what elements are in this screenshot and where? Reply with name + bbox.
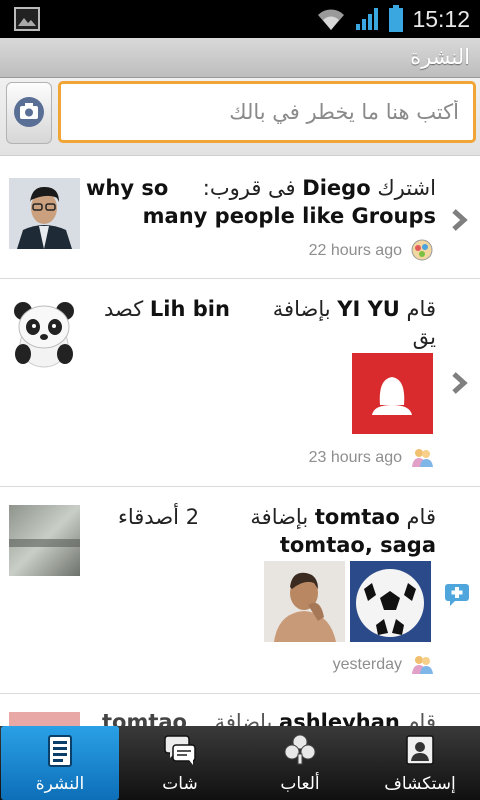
- tab-label: إستكشاف: [384, 774, 456, 794]
- gallery-icon: [14, 7, 40, 31]
- camera-button[interactable]: [6, 82, 52, 144]
- feed-user-name[interactable]: Diego: [302, 176, 370, 200]
- feed-item[interactable]: قام tomtao بإضافة 2 أصدقاء tomtao, saga: [0, 487, 480, 694]
- friends-icon: [412, 656, 433, 674]
- system-tray: 15:12: [316, 4, 470, 34]
- feed-user-name[interactable]: YI YU: [337, 297, 400, 321]
- avatar: [9, 712, 80, 726]
- feed-text-line1: قام ashleyhan بإضافة: [215, 710, 436, 726]
- tab-games[interactable]: ألعاب: [241, 726, 359, 800]
- status-bar: 15:12: [0, 0, 480, 38]
- tab-news[interactable]: النشرة: [1, 726, 119, 800]
- feed-text-line2[interactable]: many people like Groups: [143, 204, 436, 228]
- page-title: النشرة: [410, 45, 470, 69]
- feed-text-line1: قام tomtao بإضافة: [250, 505, 436, 529]
- feed-text-tail: tomtao: [102, 710, 187, 726]
- friend-photo[interactable]: [264, 561, 345, 642]
- explore-icon: [406, 735, 434, 765]
- feed-friend-count: 2 أصدقاء: [118, 505, 200, 529]
- photo-thumbnail[interactable]: [352, 353, 433, 434]
- chevron-right-icon[interactable]: [450, 371, 468, 395]
- chat-icon: [164, 735, 196, 765]
- games-icon: [284, 734, 316, 765]
- feed-text-line1: قام YI YU بإضافة: [272, 297, 436, 321]
- feed-timestamp: 22 hours ago: [308, 242, 402, 259]
- avatar: [9, 299, 80, 370]
- wifi-icon: [318, 9, 345, 30]
- tab-label: ألعاب: [280, 774, 320, 794]
- feed-timestamp: yesterday: [332, 656, 402, 673]
- feed-item[interactable]: قام YI YU بإضافة Lih bin كصد يق 23 hours…: [0, 279, 480, 487]
- feed-text-line2[interactable]: tomtao, saga: [280, 533, 436, 557]
- status-input[interactable]: [58, 81, 476, 143]
- add-comment-icon[interactable]: [444, 583, 470, 607]
- feed-text-tail: Lih bin كصد: [104, 297, 230, 321]
- bottom-tab-bar: النشرة شات ألعاب إستكشاف: [0, 726, 480, 800]
- signal-icon: [356, 8, 379, 30]
- feed-text-tail: why so: [86, 176, 169, 200]
- tab-chat[interactable]: شات: [121, 726, 239, 800]
- avatar: [9, 505, 80, 576]
- feed-timestamp: 23 hours ago: [308, 449, 402, 466]
- friends-icon: [412, 449, 433, 467]
- friend-photo[interactable]: [350, 561, 431, 642]
- news-feed: اشترك Diego فى قروب: why so many people …: [0, 156, 480, 726]
- app-header: النشرة: [0, 38, 480, 78]
- tab-label: شات: [162, 774, 198, 794]
- chevron-right-icon[interactable]: [450, 208, 468, 232]
- feed-user-name[interactable]: ashleyhan: [279, 710, 400, 726]
- clock: 15:12: [412, 5, 470, 32]
- tab-label: النشرة: [35, 774, 85, 794]
- news-icon: [48, 735, 72, 767]
- feed-user-name[interactable]: tomtao: [315, 505, 400, 529]
- feed-text-line1: اشترك Diego فى قروب:: [202, 176, 436, 200]
- battery-icon: [389, 5, 404, 32]
- feed-item[interactable]: قام ashleyhan بإضافة tomtao: [0, 694, 480, 726]
- groups-icon: [411, 239, 433, 261]
- feed-item[interactable]: اشترك Diego فى قروب: why so many people …: [0, 156, 480, 279]
- avatar: [9, 178, 80, 249]
- feed-text-line2: يق: [412, 325, 436, 349]
- tab-explore[interactable]: إستكشاف: [361, 726, 479, 800]
- status-composer: [0, 78, 480, 156]
- camera-icon: [14, 97, 44, 127]
